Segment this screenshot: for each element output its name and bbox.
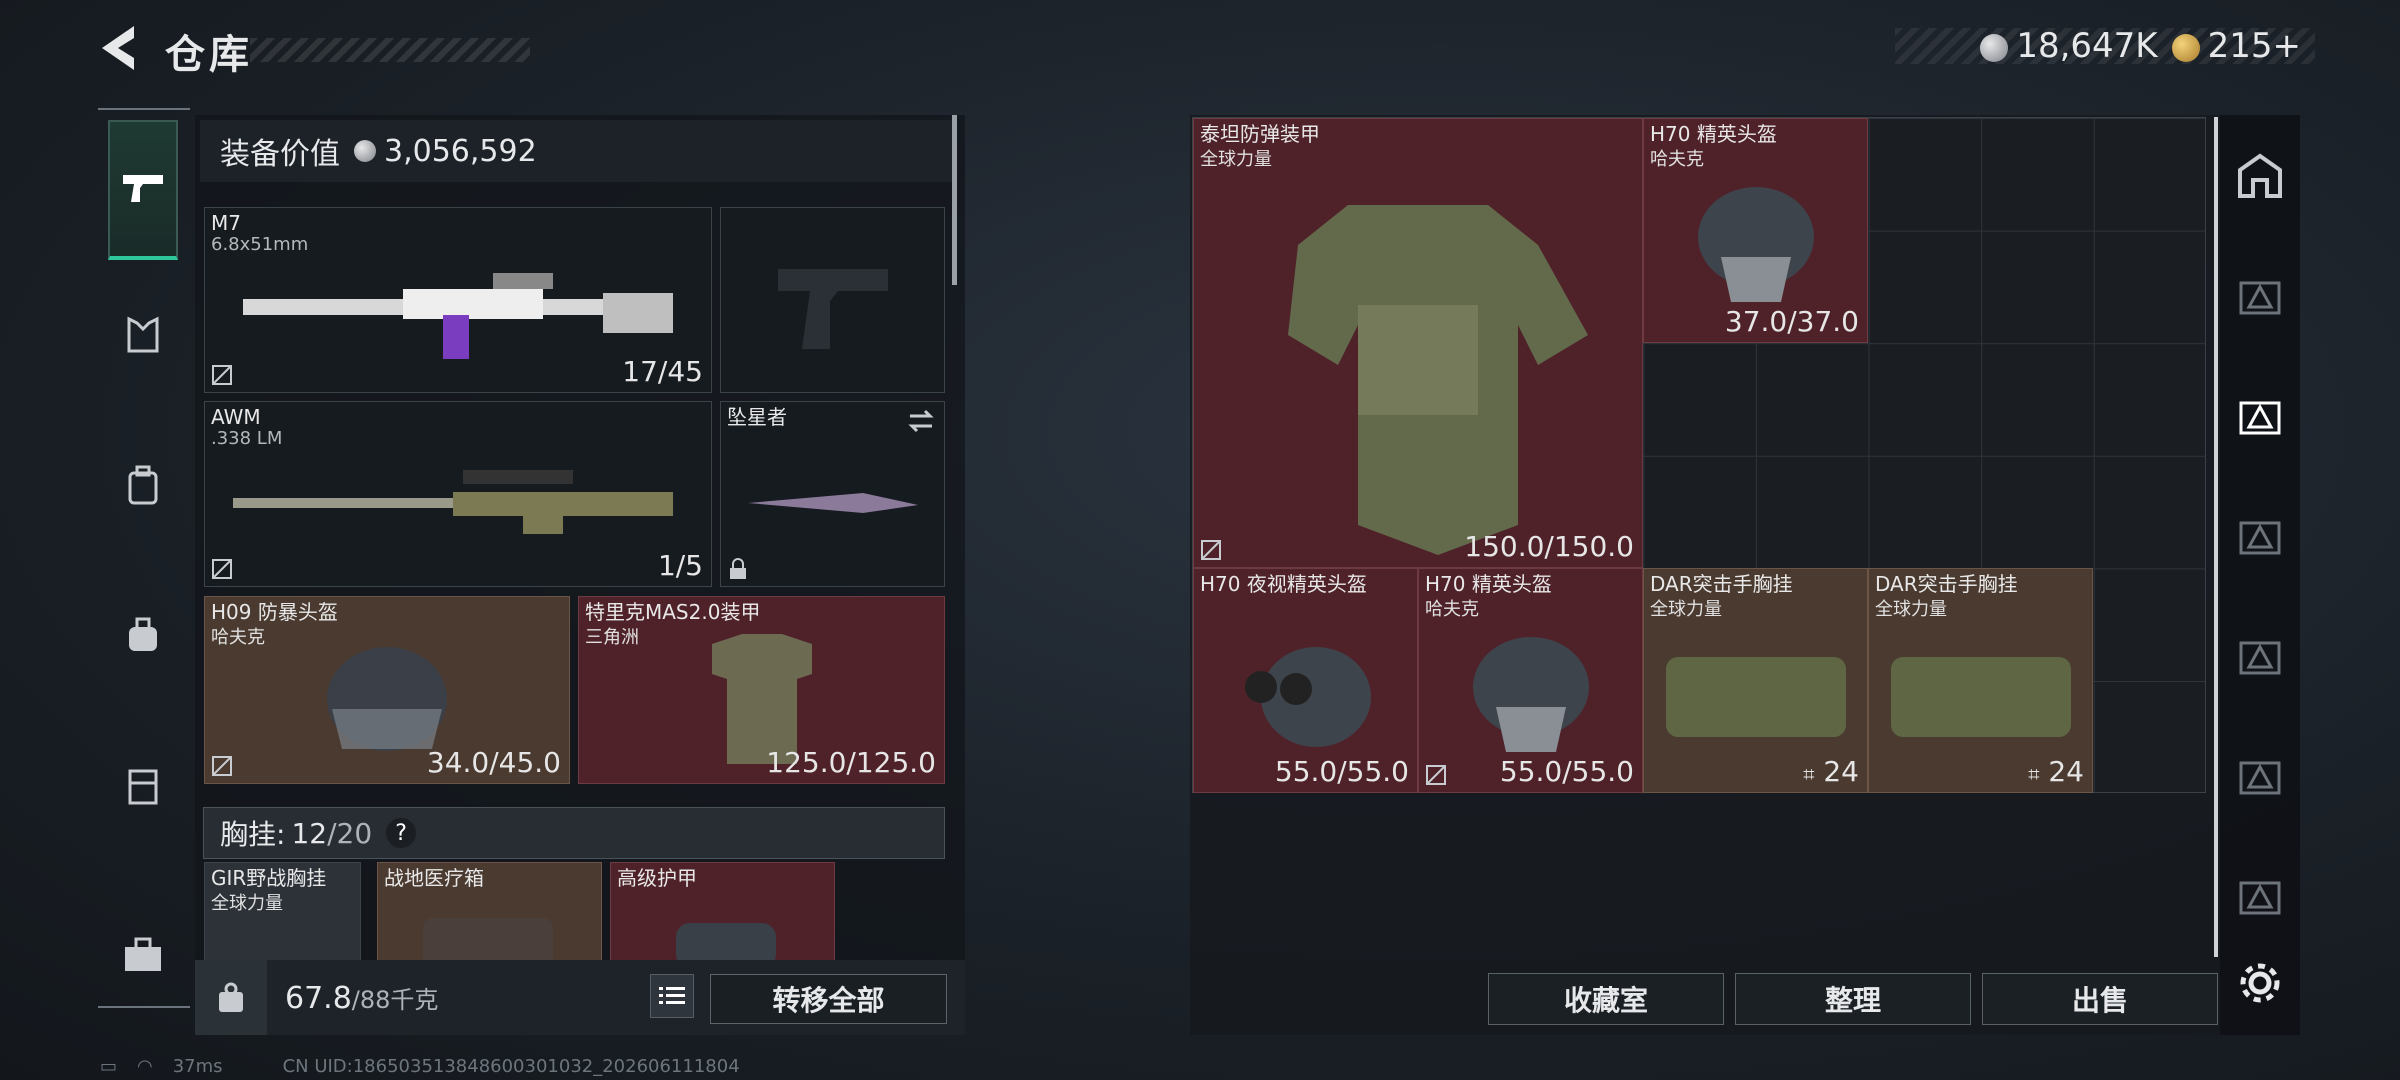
armor-vest-icon <box>127 316 159 353</box>
silver-coin-icon <box>1980 33 2009 62</box>
stash-item[interactable]: DAR突击手胸挂 全球力量 ⌗ 24 <box>1643 568 1868 793</box>
stash-tab-2[interactable] <box>2232 630 2288 686</box>
secondary-weapon-slot[interactable]: AWM .338 LM 1/5 <box>204 401 712 587</box>
stash-item[interactable]: H70 精英头盔 哈夫克 55.0/55.0 <box>1418 568 1643 793</box>
chest-rig-item[interactable]: 战地医疗箱 <box>377 862 602 962</box>
swap-icon[interactable] <box>906 408 936 434</box>
no-insure-icon <box>212 559 232 579</box>
vault-icon <box>2238 153 2282 198</box>
stash-tab-4[interactable] <box>2232 270 2288 326</box>
settings-button[interactable] <box>2232 955 2288 1011</box>
armor-plate-icon <box>676 923 776 961</box>
weight-readout: 67.8/88千克 <box>285 980 439 1016</box>
helmet-icon <box>1472 636 1589 752</box>
capacity-icon: ⌗ <box>2028 762 2040 786</box>
no-insure-icon <box>212 365 232 385</box>
bag-icon <box>129 617 157 651</box>
rifle-icon <box>243 273 673 360</box>
toolbox-icon <box>125 937 161 971</box>
sell-button[interactable]: 出售 <box>1982 973 2218 1025</box>
stash-item[interactable]: H70 精英头盔 哈夫克 37.0/37.0 <box>1643 118 1868 343</box>
night-vision-helmet-icon <box>1244 646 1371 747</box>
weight-icon <box>195 960 267 1035</box>
melee-slot[interactable]: 坠星者 <box>720 401 945 587</box>
helmet-slot[interactable]: H09 防暴头盔 哈夫克 34.0/45.0 <box>204 596 570 784</box>
status-footer: ▭ ◠ 37ms CN UID:18650351384860030103​2_2… <box>100 1056 740 1077</box>
transfer-all-button[interactable]: 转移全部 <box>710 974 947 1024</box>
stash-tab-1[interactable] <box>2232 750 2288 806</box>
lock-icon <box>730 558 746 579</box>
stash-tab-3[interactable] <box>2232 510 2288 566</box>
stash-item[interactable]: DAR突击手胸挂 全球力量 ⌗ 24 <box>1868 568 2093 793</box>
gold-coin-icon <box>2171 33 2200 62</box>
left-category-nav <box>98 108 190 1008</box>
list-view-button[interactable] <box>650 974 694 1018</box>
pistol-slot[interactable] <box>720 207 945 393</box>
stash-item[interactable]: H70 夜视精英头盔 55.0/55.0 <box>1193 568 1418 793</box>
stash-page-icon <box>2239 521 2281 555</box>
list-icon <box>659 987 685 1004</box>
gear-icon <box>2240 963 2280 1003</box>
armor-slot[interactable]: 特里克MAS2.0装甲 三角洲 125.0/125.0 <box>578 596 945 784</box>
nav-backpack[interactable] <box>108 450 178 520</box>
stash-tab-nav <box>2220 115 2300 1035</box>
nav-armor[interactable] <box>108 300 178 370</box>
knife-icon <box>747 493 918 514</box>
stash-tab-home[interactable] <box>2232 147 2288 203</box>
title-decoration <box>250 38 530 62</box>
weight-bar: 67.8/88千克 转移全部 <box>195 960 965 1035</box>
pistol-icon <box>123 175 163 202</box>
medkit-icon <box>423 918 553 961</box>
nav-weapons[interactable] <box>108 120 178 260</box>
chest-rig-bar: 胸挂: 12/20 ? <box>203 807 945 859</box>
stash-page-icon <box>2239 401 2281 435</box>
nav-bag[interactable] <box>108 600 178 670</box>
stash-item[interactable]: 泰坦防弹装甲 全球力量 150.0/150.0 <box>1193 118 1643 568</box>
nav-toolbox[interactable] <box>108 920 178 990</box>
gold-currency[interactable]: 215+ <box>2171 26 2301 66</box>
silver-coin-icon <box>354 140 376 162</box>
capacity-icon: ⌗ <box>1803 762 1815 786</box>
organize-button[interactable]: 整理 <box>1735 973 1971 1025</box>
currency-bar: 18,647K 215+ <box>1895 26 2315 66</box>
body-armor-icon <box>1288 205 1588 556</box>
chest-rig-item[interactable]: GIR野战胸挂 全球力量 <box>204 862 361 962</box>
pistol-silhouette-icon <box>777 269 888 350</box>
silver-currency[interactable]: 18,647K <box>1980 26 2158 66</box>
ping-readout: 37ms <box>172 1056 223 1077</box>
uid-readout: CN UID:18650351384860030103​2_2026061118… <box>282 1056 740 1077</box>
backpack-icon <box>128 465 158 505</box>
primary-weapon-slot[interactable]: M7 6.8x51mm 17/45 <box>204 207 712 393</box>
help-button[interactable]: ? <box>386 818 417 848</box>
stash-tab-active[interactable] <box>2232 390 2288 446</box>
back-arrow-icon <box>102 26 134 70</box>
sniper-rifle-icon <box>233 470 673 535</box>
chest-rig-icon <box>1665 656 1846 737</box>
chest-rig-icon <box>1890 656 2071 737</box>
wifi-icon: ◠ <box>137 1056 153 1077</box>
battery-icon: ▭ <box>100 1056 118 1077</box>
case-icon <box>128 769 158 805</box>
stash-page-icon <box>2239 761 2281 795</box>
equipment-scrollbar[interactable] <box>952 115 957 285</box>
stash-page-icon <box>2239 281 2281 315</box>
stash-scrollbar[interactable] <box>2214 117 2218 957</box>
no-insure-icon <box>1201 540 1221 560</box>
helmet-icon <box>1697 186 1814 302</box>
page-title: 仓库 <box>165 32 253 78</box>
no-insure-icon <box>212 756 232 776</box>
nav-container[interactable] <box>108 750 178 820</box>
equipment-value: 装备价值 3,056,592 <box>200 120 952 182</box>
no-insure-icon <box>1426 765 1446 785</box>
stash-tab-0[interactable] <box>2232 870 2288 926</box>
chest-rig-item[interactable]: 高级护甲 <box>610 862 835 962</box>
back-button[interactable] <box>96 22 144 74</box>
stash-page-icon <box>2239 641 2281 675</box>
stash-page-icon <box>2239 881 2281 915</box>
collection-button[interactable]: 收藏室 <box>1488 973 1724 1025</box>
